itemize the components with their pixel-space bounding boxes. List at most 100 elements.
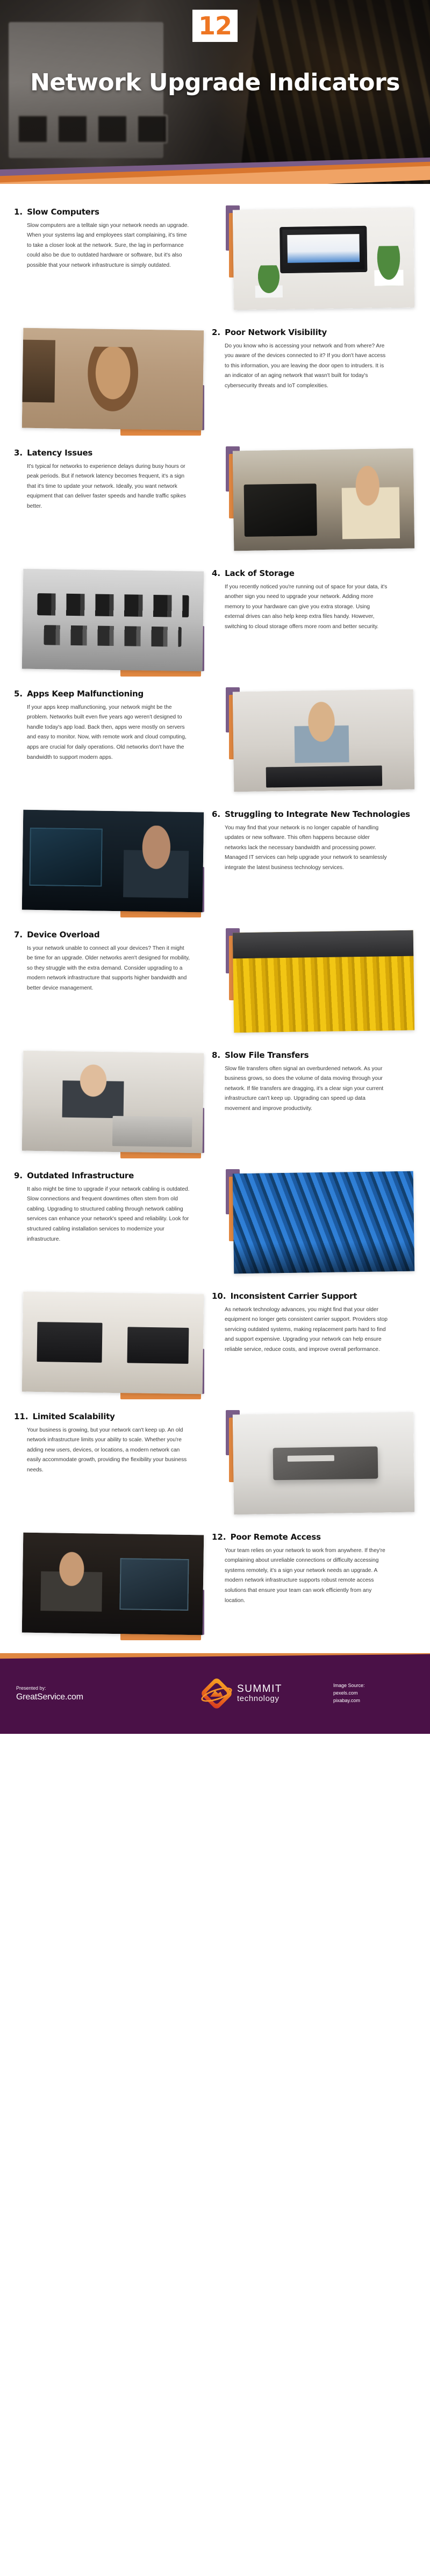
indicator-item: 8. Slow File Transfers Slow file transfers… [0,1040,430,1161]
indicator-photo-block [226,446,415,553]
indicator-photo-block [15,1049,204,1158]
desk-imac-photo [232,207,415,310]
headset-worker-photo [232,448,415,551]
indicator-text-block: 4. Lack of Storage If you recently noticed… [212,564,416,632]
presenter-name[interactable]: GreatService.com [16,1692,150,1702]
usb-drives-photo [22,568,204,672]
image-source-1[interactable]: pexels.com [333,1690,414,1697]
indicator-item: 7. Device Overload Is your network unable … [0,920,430,1040]
indicator-number: 7. [14,930,23,940]
indicator-number: 1. [14,207,23,217]
indicator-photo-block [226,687,415,794]
indicator-title: Latency Issues [27,448,93,458]
indicator-body: As network technology advances, you migh… [225,1306,388,1353]
indicator-heading: 12. Poor Remote Access [212,1532,416,1542]
summit-logo-icon [199,1676,234,1711]
indicator-body: Is your network unable to connect all yo… [27,945,190,991]
footer-presented-by: Presented by: GreatService.com [16,1685,150,1702]
indicator-heading: 11. Limited Scalability [14,1412,218,1422]
image-source-2[interactable]: pixabay.com [333,1697,414,1705]
indicator-heading: 3. Latency Issues [14,448,218,458]
remote-work-photo [22,1532,204,1635]
dark-laptop-man-photo [22,809,204,913]
indicator-photo-block [15,1531,204,1640]
indicator-item: 1. Slow Computers Slow computers are a tel… [0,197,430,317]
indicator-text-block: 9. Outdated Infrastructure It also might b… [14,1166,218,1244]
indicator-body: Your business is growing, but your netwo… [27,1427,187,1473]
indicator-number: 5. [14,689,23,699]
indicator-number: 2. [212,328,221,337]
indicator-title: Limited Scalability [32,1412,115,1421]
indicator-number: 11. [14,1412,28,1421]
indicator-body: It's typical for networks to experience … [27,463,186,509]
indicator-number: 12. [212,1532,226,1542]
office-desks-photo [22,1291,204,1394]
footer-logo: SUMMIT technology [150,1676,333,1711]
indicator-text-block: 12. Poor Remote Access Your team relies on… [212,1527,416,1606]
woman-laptop-photo [232,689,415,792]
indicator-text-block: 1. Slow Computers Slow computers are a tel… [14,202,218,271]
indicator-number: 9. [14,1171,23,1180]
indicator-title: Slow File Transfers [225,1050,309,1060]
indicator-body: If you recently noticed you're running o… [225,583,388,630]
indicator-body: Slow file transfers often signal an over… [225,1065,384,1112]
logo-line-1: SUMMIT [237,1683,282,1695]
yellow-cables-photo [232,930,415,1033]
indicator-number: 6. [212,809,221,819]
indicator-item: 12. Poor Remote Access Your team relies on… [0,1522,430,1642]
hero-banner: 12 Network Upgrade Indicators [0,0,430,184]
indicator-heading: 2. Poor Network Visibility [212,328,416,338]
blue-ethernet-cables-photo [232,1171,415,1274]
indicator-heading: 8. Slow File Transfers [212,1050,416,1061]
indicator-item: 3. Latency Issues It's typical for network… [0,438,430,558]
indicator-heading: 4. Lack of Storage [212,568,416,579]
indicator-photo-block [226,928,415,1035]
presented-by-label: Presented by: [16,1685,46,1691]
indicator-title: Slow Computers [27,207,99,217]
indicator-item: 4. Lack of Storage If you recently noticed… [0,558,430,679]
indicator-photo-block [226,1169,415,1276]
indicator-item: 11. Limited Scalability Your business is g… [0,1401,430,1522]
indicator-text-block: 11. Limited Scalability Your business is g… [14,1407,218,1476]
indicator-title: Outdated Infrastructure [27,1171,134,1180]
indicator-title: Device Overload [27,930,100,940]
indicator-title: Lack of Storage [225,568,295,578]
image-source-label: Image Source: [333,1683,365,1689]
indicator-body: If your apps keep malfunctioning, your n… [27,704,187,760]
frustrated-woman-photo [22,328,204,431]
indicator-heading: 1. Slow Computers [14,207,218,217]
logo-line-2: technology [237,1694,280,1704]
indicator-title: Apps Keep Malfunctioning [27,689,144,699]
indicator-item: 5. Apps Keep Malfunctioning If your apps k… [0,679,430,799]
indicator-title: Poor Remote Access [230,1532,321,1542]
indicator-item: 10. Inconsistent Carrier Support As networ… [0,1281,430,1401]
page-title: Network Upgrade Indicators [30,69,400,96]
indicator-item: 6. Struggling to Integrate New Technologi… [0,799,430,920]
indicator-photo-block [15,1290,204,1399]
indicator-heading: 10. Inconsistent Carrier Support [212,1291,416,1301]
indicator-heading: 5. Apps Keep Malfunctioning [14,689,218,699]
indicator-body: Slow computers are a telltale sign your … [27,222,189,268]
indicator-heading: 7. Device Overload [14,930,218,940]
indicator-body: Do you know who is accessing your networ… [225,343,386,389]
indicator-heading: 9. Outdated Infrastructure [14,1171,218,1181]
logo-wordmark: SUMMIT technology [237,1684,282,1703]
router-device-photo [232,1412,415,1515]
hero-ribbon-decoration [0,155,430,184]
indicator-body: It also might be time to upgrade if your… [27,1186,190,1242]
indicator-photo-block [15,567,204,677]
hero-number: 12 [198,11,232,40]
indicator-text-block: 5. Apps Keep Malfunctioning If your apps k… [14,684,218,763]
indicator-list: 1. Slow Computers Slow computers are a tel… [0,184,430,1653]
indicator-body: You may find that your network is no lon… [225,824,387,871]
indicator-body: Your team relies on your network to work… [225,1547,385,1604]
indicator-text-block: 6. Struggling to Integrate New Technologi… [212,805,416,873]
indicator-text-block: 2. Poor Network Visibility Do you know who… [212,323,416,392]
indicator-title: Poor Network Visibility [225,328,327,337]
indicator-text-block: 8. Slow File Transfers Slow file transfers… [212,1045,416,1114]
indicator-heading: 6. Struggling to Integrate New Technologi… [212,809,416,820]
indicator-photo-block [15,326,204,436]
infographic-page: 12 Network Upgrade Indicators 1. Slow Com… [0,0,430,2576]
indicator-text-block: 7. Device Overload Is your network unable … [14,925,218,994]
indicator-number: 4. [212,568,221,578]
